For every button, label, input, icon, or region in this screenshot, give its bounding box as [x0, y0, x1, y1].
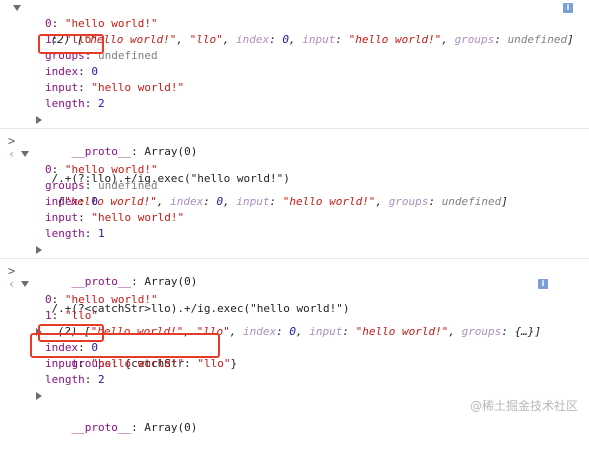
info-icon[interactable]: i: [538, 279, 548, 289]
info-icon[interactable]: i: [563, 3, 573, 13]
expand-triangle-right-icon[interactable]: [36, 328, 42, 336]
result-chevron-icon: ‹: [8, 147, 16, 161]
property-row: groups: undefined: [45, 179, 158, 192]
result-chevron-icon: ‹: [8, 277, 16, 291]
property-row: length: 1: [45, 227, 105, 240]
expand-triangle-down-icon[interactable]: [21, 151, 29, 157]
expand-triangle-down-icon[interactable]: [13, 5, 21, 11]
property-row: length: 2: [45, 373, 105, 386]
property-row: index: 0: [45, 341, 98, 354]
expand-triangle-right-icon[interactable]: [36, 392, 42, 400]
property-row: index: 0: [45, 65, 98, 78]
property-row: input: "hello world!": [45, 357, 185, 370]
proto-row[interactable]: __proto__: Array(0): [0, 242, 589, 288]
expand-triangle-right-icon[interactable]: [36, 246, 42, 254]
property-row: index: 0: [45, 195, 98, 208]
property-row: input: "hello world!": [45, 211, 185, 224]
watermark: @稀土掘金技术社区: [469, 399, 578, 413]
console-input-line[interactable]: > /.+(?<catchStr>llo).+/ig.exec("hello w…: [0, 258, 589, 315]
property-row: 0: "hello world!": [45, 17, 158, 30]
property-row: groups: undefined: [45, 49, 158, 62]
property-row: 0: "hello world!": [45, 163, 158, 176]
result-summary-2[interactable]: ‹ ["hello world!", index: 0, input: "hel…: [0, 146, 589, 208]
result-summary-3[interactable]: ‹ (2) ["hello world!", "llo", index: 0, …: [0, 276, 589, 338]
property-row: input: "hello world!": [45, 81, 185, 94]
property-row: 1: "llo": [45, 33, 98, 46]
property-row: 1: "llo": [45, 309, 98, 322]
proto-row[interactable]: __proto__: Array(0): [0, 112, 589, 158]
result-summary-1[interactable]: (2) ["hello world!", "llo", index: 0, in…: [0, 0, 589, 46]
expand-triangle-down-icon[interactable]: [21, 281, 29, 287]
expand-triangle-right-icon[interactable]: [36, 116, 42, 124]
groups-row[interactable]: groups: {catchStr: "llo"}: [0, 324, 589, 370]
property-row: 0: "hello world!": [45, 293, 158, 306]
console-input-line[interactable]: > /.+(?:llo).+/ig.exec("hello world!"): [0, 128, 589, 185]
devtools-console: (2) ["hello world!", "llo", index: 0, in…: [0, 0, 589, 434]
property-row: length: 2: [45, 97, 105, 110]
